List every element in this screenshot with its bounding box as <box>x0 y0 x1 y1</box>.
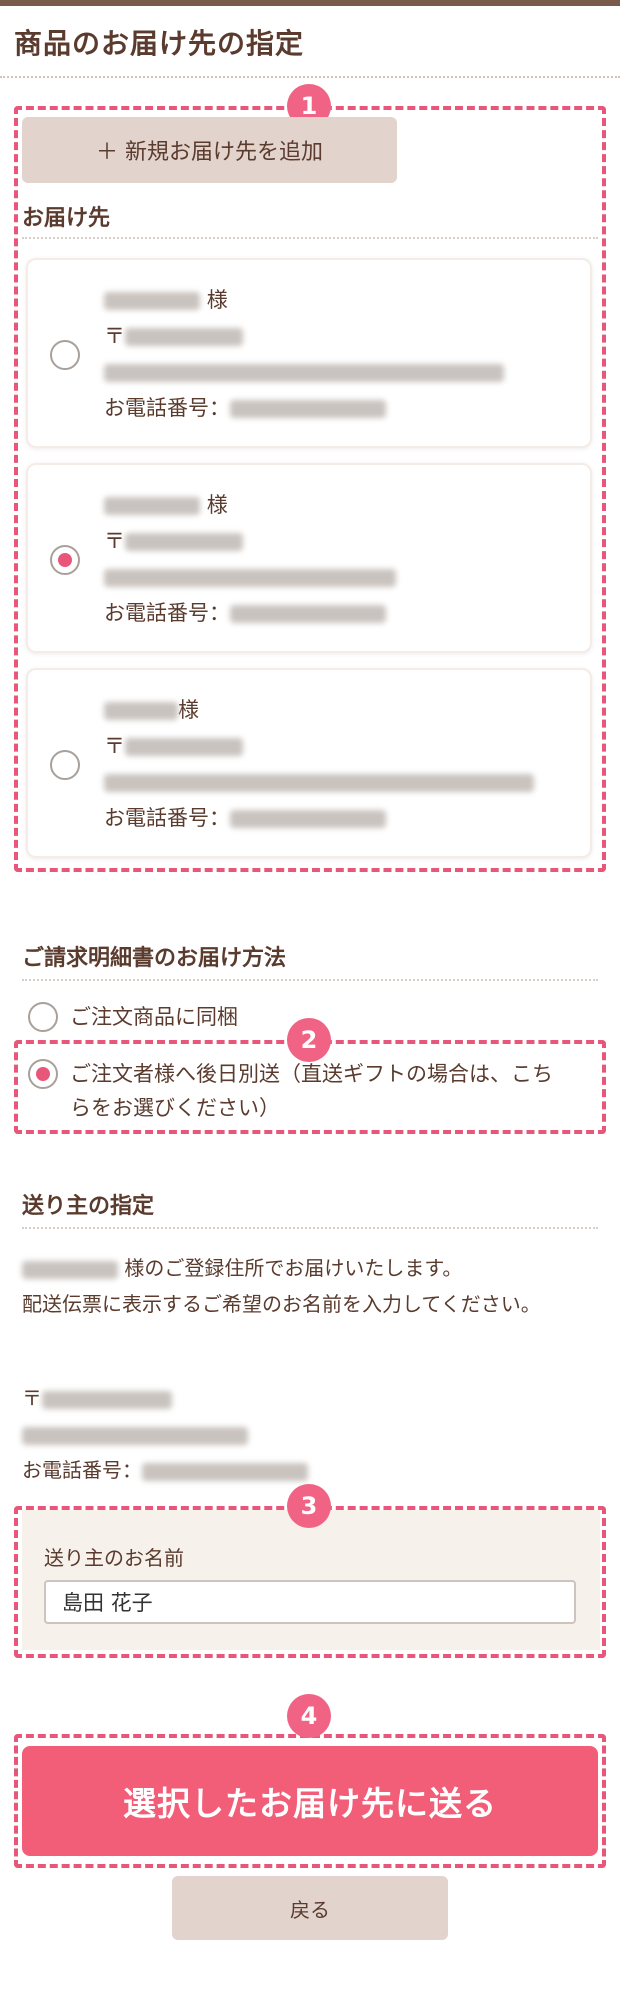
sender-name-input[interactable]: 島田 花子 <box>44 1580 576 1624</box>
step-badge-4: 4 <box>287 1694 331 1738</box>
address-card-1[interactable]: 様 〒 お電話番号： <box>26 258 592 448</box>
invoice-option-label: ご注文者様へ後日別送（直送ギフトの場合は、こちらをお選びください） <box>70 1062 553 1120</box>
postal-mark: 〒 <box>104 324 125 348</box>
invoice-radio-bundle[interactable] <box>28 1002 58 1032</box>
redacted-address <box>104 774 534 792</box>
redacted-name <box>104 497 200 515</box>
add-button-label: ＋ 新規お届け先を追加 <box>96 140 323 165</box>
back-button[interactable]: 戻る <box>172 1876 448 1940</box>
sender-intro: 様のご登録住所でお届けいたします。 配送伝票に表示するご希望のお名前を入力してく… <box>22 1250 582 1322</box>
sender-divider <box>22 1227 598 1229</box>
sender-intro-suffix: 様のご登録住所でお届けいたします。 <box>124 1256 463 1280</box>
redacted-postal-code <box>125 328 243 346</box>
redacted-name <box>104 292 200 310</box>
invoice-option-separate[interactable]: ご注文者様へ後日別送（直送ギフトの場合は、こちらをお選びください） <box>28 1057 570 1125</box>
step-badge-2: 2 <box>287 1018 331 1062</box>
add-new-address-button[interactable]: ＋ 新規お届け先を追加 <box>22 117 397 183</box>
top-accent-bar <box>0 0 620 6</box>
phone-label: お電話番号： <box>22 1458 142 1482</box>
name-suffix: 様 <box>206 493 228 517</box>
redacted-postal-code <box>125 738 243 756</box>
invoice-heading: ご請求明細書のお届け方法 <box>22 946 287 971</box>
title-divider <box>0 76 620 78</box>
address-radio-2[interactable] <box>50 545 80 575</box>
postal-mark: 〒 <box>104 529 125 553</box>
redacted-phone <box>230 400 386 418</box>
redacted-address <box>104 569 396 587</box>
sender-intro-line2: 配送伝票に表示するご希望のお名前を入力してください。 <box>22 1292 541 1316</box>
postal-mark: 〒 <box>104 734 125 758</box>
submit-selected-address-button[interactable]: 選択したお届け先に送る <box>22 1746 598 1856</box>
invoice-divider <box>22 979 598 981</box>
redacted-postal-code <box>125 533 243 551</box>
redacted-postal-code <box>42 1390 172 1409</box>
address-details-2: 様 〒 お電話番号： <box>104 487 396 631</box>
name-suffix: 様 <box>206 288 228 312</box>
address-card-2[interactable]: 様 〒 お電話番号： <box>26 463 592 653</box>
sender-address: 〒 お電話番号： <box>22 1380 308 1488</box>
address-details-1: 様 〒 お電話番号： <box>104 282 504 426</box>
postal-mark: 〒 <box>22 1386 42 1410</box>
redacted-phone <box>142 1462 308 1481</box>
address-radio-1[interactable] <box>50 340 80 370</box>
phone-label: お電話番号： <box>104 806 230 830</box>
submit-label: 選択したお届け先に送る <box>123 1784 497 1823</box>
sender-heading: 送り主の指定 <box>22 1194 155 1219</box>
redacted-address <box>22 1426 248 1445</box>
sender-name-label: 送り主のお名前 <box>44 1546 184 1570</box>
delivery-heading: お届け先 <box>22 206 111 231</box>
address-details-3: 様 〒 お電話番号： <box>104 692 534 836</box>
address-card-3[interactable]: 様 〒 お電話番号： <box>26 668 592 858</box>
step-badge-3: 3 <box>287 1484 331 1528</box>
phone-label: お電話番号： <box>104 396 230 420</box>
redacted-name <box>104 702 178 720</box>
name-suffix: 様 <box>178 698 199 722</box>
address-radio-3[interactable] <box>50 750 80 780</box>
redacted-sender-name <box>22 1260 118 1279</box>
redacted-address <box>104 364 504 382</box>
phone-label: お電話番号： <box>104 601 230 625</box>
back-label: 戻る <box>290 1897 330 1922</box>
delivery-divider <box>22 237 598 239</box>
redacted-phone <box>230 810 386 828</box>
page-title: 商品のお届け先の指定 <box>14 27 305 60</box>
redacted-phone <box>230 605 386 623</box>
invoice-radio-separate[interactable] <box>28 1059 58 1089</box>
